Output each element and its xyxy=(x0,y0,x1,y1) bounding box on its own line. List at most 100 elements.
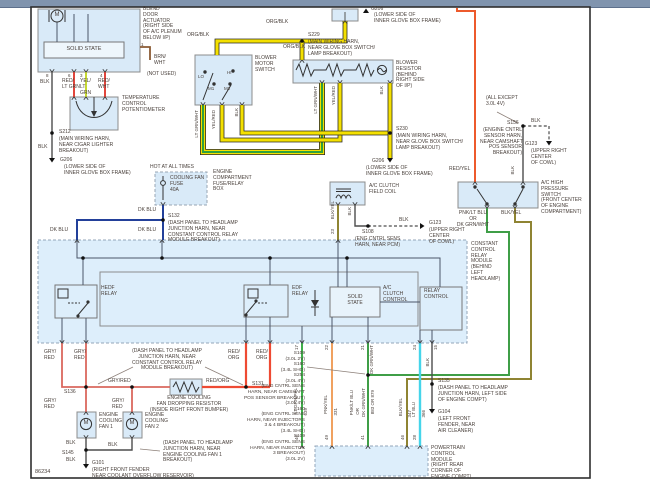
switch-m1-label: M1 xyxy=(208,86,215,91)
pin-8: 8 xyxy=(46,73,49,78)
hedf-relay-label: HEDF RELAY xyxy=(101,285,118,297)
edf-relay-label: EDF RELAY xyxy=(292,285,309,297)
hps-contacts-icon xyxy=(473,185,525,206)
g123-a-desc: (UPPER RIGHT CENTER OF COWL) xyxy=(429,227,465,245)
fan-resistor-desc: ENGINE COOLING FAN DROPPING RESISTOR (IN… xyxy=(149,395,229,413)
switch-lo-label: LO xyxy=(198,74,205,79)
pin-46-b: 46 xyxy=(400,435,405,441)
wire-red-wht-label: RED/ WHT xyxy=(98,78,110,90)
wire-blk-label-2: BLK xyxy=(38,144,48,150)
g206-top-desc: (LOWER SIDE OF INNER GLOVE BOX FRAME) xyxy=(374,12,441,24)
pin-23: 23 xyxy=(330,229,335,235)
wire-blk-label-1: BLK xyxy=(40,79,50,85)
ac-clutch-control-label: A/C CLUTCH CONTROL xyxy=(383,285,408,303)
switch-m2-label: M2 xyxy=(224,86,231,91)
ac-clutch-coil-label: A/C CLUTCH FIELD COIL xyxy=(369,183,400,195)
pin-28: 28 xyxy=(412,435,417,441)
s132-desc: (DASH PANEL TO HEADLAMP JUNCTION HARN, N… xyxy=(168,220,239,244)
wire-gry-red-label-h: GRY/RED xyxy=(108,378,131,384)
s135-desc: (DASH PANEL TO HEADLAMP JUNCTION HARN, L… xyxy=(438,385,508,403)
blower-resistor-icon xyxy=(295,62,388,78)
harn-ccrm-desc: (DASH PANEL TO HEADLAMP JUNCTION HARN, N… xyxy=(131,348,203,372)
wire-pnk-dk-label-1: PNK/LT BLU OR DK GRN/WHT xyxy=(456,210,490,228)
edf-relay-icon xyxy=(244,288,268,317)
wire-blk-label-11: BLK xyxy=(66,457,76,463)
wire-ltgrnwht-label-2: LT GRN/WHT xyxy=(313,86,318,114)
g206-b-desc: (LOWER SIDE OF INNER GLOVE BOX FRAME) xyxy=(366,165,433,177)
cooling-fan-fuse-label: COOLING FAN FUSE 40A xyxy=(170,175,205,193)
s156-label: S156 xyxy=(507,120,519,126)
wire-blk-label-8: BLK xyxy=(510,166,515,175)
s229-desc: (MAIN WIRING HARN, NEAR GLOVE BOX SWITCH… xyxy=(308,39,375,57)
blend-door-actuator-label: BLEND DOOR ACTUATOR (RIGHT SIDE OF A/C P… xyxy=(143,6,182,41)
wire-gry-red-label-2: GRY/ RED xyxy=(74,349,87,361)
wire-org-blk-label-2: ORG/BLK xyxy=(187,32,210,38)
fan-dropping-resistor-icon xyxy=(172,380,200,394)
diode-icon xyxy=(311,290,319,316)
wire-ltblu-label: LT BLU xyxy=(411,402,416,417)
pin-49: 49 xyxy=(324,435,329,441)
solid-state-label: SOLID STATE xyxy=(66,46,102,52)
wire-yelred-label-1: YEL/RED xyxy=(211,110,216,130)
temp-pot-label: TEMPERATURE CONTROL POTENTIOMETER xyxy=(122,95,166,113)
wire-dk-blu-label-2: DK BLU xyxy=(50,227,69,233)
wire-yelred-label-2: YEL/RED xyxy=(331,86,336,106)
wire-dkgrnwht-label-2: DK GRN/WHT xyxy=(369,345,374,374)
wire-red-yel-label: RED/YEL xyxy=(449,166,471,172)
pin-21: 21 xyxy=(360,345,365,351)
fan1-m-label: M xyxy=(83,420,89,426)
g101-label: G101 xyxy=(92,460,105,466)
circuit-331: 331 xyxy=(333,408,338,416)
circuit-883-879: 883 OR 879 xyxy=(370,390,375,415)
potentiometer-icon xyxy=(75,97,113,118)
relay-control-label: RELAY CONTROL xyxy=(424,288,449,300)
ac-clutch-coil-icon xyxy=(335,188,352,200)
wire-ltgrnwht-label-1: LT GRN/WHT xyxy=(194,110,199,138)
wire-dkgrnwht-label-1: DK GRN/WHT xyxy=(361,388,366,417)
solid-state-2-label: SOLID STATE xyxy=(347,294,363,306)
wire-dk-blu-label-3: DK BLU xyxy=(138,227,157,233)
wire-blk-yel-label-2: BLK/YEL xyxy=(501,210,522,216)
pin-1: 1 xyxy=(141,42,144,47)
s156-desc: (ENGINE CNTRL SENSOR HARN, NEAR CAMSHAFT… xyxy=(480,127,523,157)
g123-b-label: G123 xyxy=(525,141,538,147)
pin-22: 22 xyxy=(324,345,329,351)
wire-pnkltblu-label: PNK/LT BLU xyxy=(349,390,354,416)
blower-switch-label: BLOWER MOTOR SWITCH xyxy=(255,55,277,73)
fuse-relay-box-label: ENGINE COMPARTMENT FUSE/RELAY BOX xyxy=(213,169,252,193)
wire-brn-wht-label: BRN/ WHT xyxy=(154,54,166,66)
wire-org-blk-label-3: ORG/BLK xyxy=(283,44,306,50)
circuit-639: 639 xyxy=(303,408,308,416)
pin-17: 17 xyxy=(294,345,299,351)
circuit-366: 366 xyxy=(421,410,426,418)
all-except-label: (ALL EXCEPT 3.0L 4V) xyxy=(486,95,518,107)
wiring-diagram-page: 86234 BLEND DOOR ACTUATOR (RIGHT SIDE OF … xyxy=(0,0,650,486)
s145-label: S145 xyxy=(62,450,74,456)
wire-red-org-label-h: RED/ORG xyxy=(206,378,230,384)
ccrm-label: CONSTANT CONTROL RELAY MODULE (BEHIND LE… xyxy=(471,241,501,282)
wire-blk-label-5: BLK xyxy=(347,207,352,216)
wire-pnkyel-label: PNK/YEL xyxy=(323,395,328,415)
wire-org-blk-label-1: ORG/BLK xyxy=(266,19,289,25)
wire-blk-label-9: BLK xyxy=(66,440,76,446)
wire-blk-yel-label-1: BLK/YEL xyxy=(330,201,335,220)
wire-blk-label-10: BLK xyxy=(108,442,118,448)
pcm-label: POWERTRAIN CONTROL MODULE (RIGHT REAR CO… xyxy=(431,445,472,480)
s229-label: S229 xyxy=(308,32,320,38)
wire-yel-ltgrn-label: YEL/ LT GRN xyxy=(80,78,92,96)
wire-blk-label-4: BLK xyxy=(379,86,384,95)
s230-label: S230 xyxy=(396,126,408,132)
wire-gry-red-label-3: GRY/ RED xyxy=(44,398,57,410)
s136-label: S136 xyxy=(64,389,76,395)
s230-desc: (MAIN WIRING HARN, NEAR GLOVE BOX SWITCH… xyxy=(396,133,463,151)
harn-fan1-desc: (DASH PANEL TO HEADLAMP JUNCTION HARN, N… xyxy=(163,440,233,464)
g206-a-desc: (LOWER SIDE OF INNER GLOVE BOX FRAME) xyxy=(64,164,131,176)
s108-label: S108 xyxy=(362,229,374,235)
wire-gry-red-label-1: GRY/ RED xyxy=(44,349,57,361)
hot-at-all-times: HOT AT ALL TIMES xyxy=(150,164,194,170)
s135-label: S135 xyxy=(438,378,450,384)
fuse-icon xyxy=(160,176,166,200)
ac-hps-label: A/C HIGH PRESSURE SWITCH (FRONT CENTER O… xyxy=(541,180,582,215)
wire-ltgrnppl-label: LT GRN/PPL xyxy=(293,388,298,414)
g104-desc: (LEFT FRONT FENDER, NEAR AIR CLEANER) xyxy=(438,416,476,434)
